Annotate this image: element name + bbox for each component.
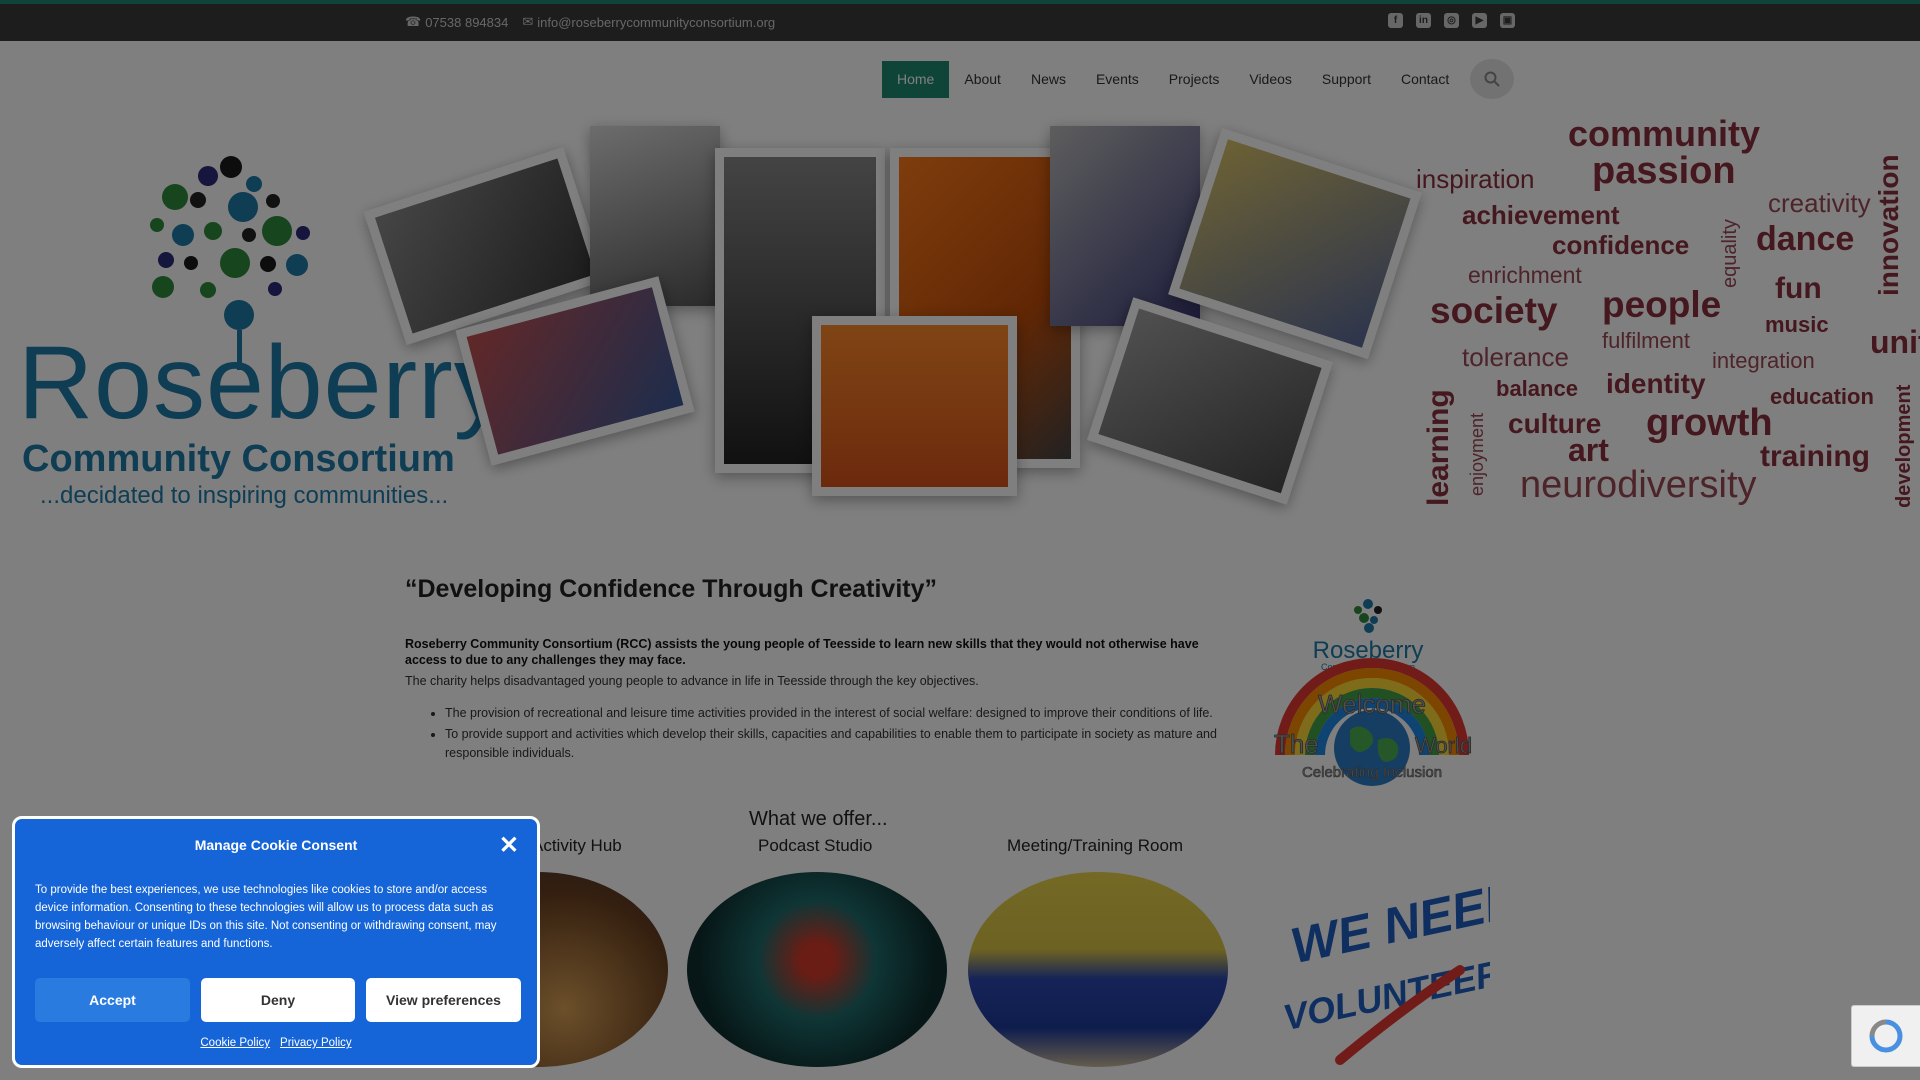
recaptcha-badge[interactable] [1851, 1005, 1920, 1067]
view-preferences-button[interactable]: View preferences [366, 978, 521, 1022]
recaptcha-icon [1869, 1019, 1903, 1053]
close-icon[interactable]: ✕ [499, 831, 519, 860]
cookie-consent-dialog: Manage Cookie Consent ✕ To provide the b… [12, 816, 540, 1068]
cookie-title: Manage Cookie Consent [194, 837, 358, 853]
accept-button[interactable]: Accept [35, 978, 190, 1022]
cookie-links: Cookie Policy Privacy Policy [15, 1037, 537, 1049]
deny-button[interactable]: Deny [201, 978, 355, 1022]
privacy-policy-link[interactable]: Privacy Policy [280, 1037, 352, 1049]
cookie-policy-link[interactable]: Cookie Policy [200, 1037, 270, 1049]
cookie-body: To provide the best experiences, we use … [35, 884, 497, 950]
